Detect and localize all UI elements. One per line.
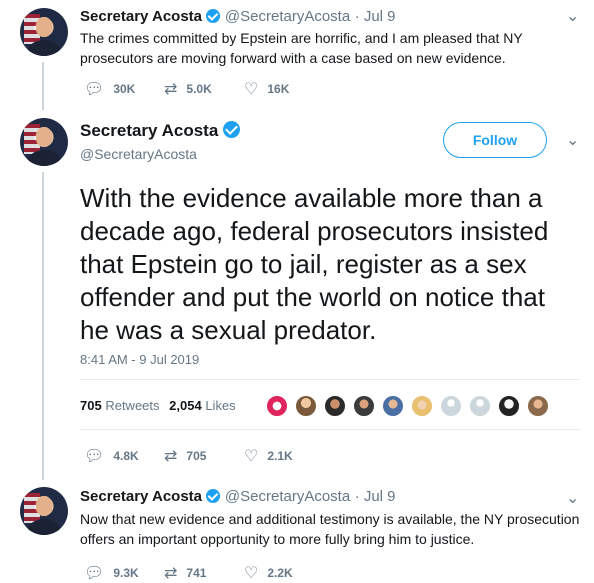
liker-avatar[interactable] [526,394,550,418]
reply-icon: 💬︎ [84,81,105,98]
reply-button[interactable]: 💬︎ 4.8K [84,446,164,466]
main-header: Secretary Acosta @SecretaryAcosta [80,121,240,162]
stat-likes[interactable]: 2,054 Likes [169,398,236,413]
tweet1-header: Secretary Acosta @SecretaryAcosta · Jul … [80,8,396,26]
chevron-down-icon[interactable]: ⌄ [566,130,579,150]
tweet3-handle[interactable]: @SecretaryAcosta [225,488,350,505]
retweet-total: 705 [80,398,102,413]
tweet3-name[interactable]: Secretary Acosta [80,488,202,505]
like-count: 16K [267,82,290,96]
reply-count: 30K [113,82,136,96]
liker-avatar[interactable] [323,394,347,418]
reply-icon: 💬︎ [84,448,105,465]
chevron-down-icon[interactable]: ⌄ [566,6,579,26]
retweet-button[interactable]: ⇄ 5.0K [164,79,244,99]
retweet-total-label: Retweets [105,398,160,413]
heart-icon: ♡ [244,81,259,98]
like-button[interactable]: ♡ 2.2K [244,563,324,583]
verified-badge-icon [206,9,221,23]
liker-avatar[interactable] [265,394,289,418]
follow-button[interactable]: Follow [443,122,547,158]
retweet-icon: ⇄ [164,565,178,582]
chevron-down-icon[interactable]: ⌄ [566,488,579,508]
reply-button[interactable]: 💬︎ 30K [84,79,164,99]
reply-count: 9.3K [113,566,139,580]
default-avatar-icon[interactable] [468,394,492,418]
tweet1-text: The crimes committed by Epstein are horr… [80,30,523,66]
reply-icon: 💬︎ [84,565,105,582]
tweet1-handle[interactable]: @SecretaryAcosta [225,8,350,25]
like-total-label: Likes [205,398,236,413]
like-total: 2,054 [169,398,202,413]
liker-avatar[interactable] [410,394,434,418]
main-tweet-text: With the evidence available more than a … [80,183,549,345]
retweet-button[interactable]: ⇄ 741 [164,563,244,583]
main-timestamp[interactable]: 8:41 AM - 9 Jul 2019 [80,352,199,367]
tweet3-text: Now that new evidence and additional tes… [80,511,580,547]
like-button[interactable]: ♡ 2.1K [244,446,324,466]
like-count: 2.1K [267,449,293,463]
tweet1-name[interactable]: Secretary Acosta [80,8,202,25]
like-count: 2.2K [267,566,293,580]
tweet3-header: Secretary Acosta @SecretaryAcosta · Jul … [80,488,396,506]
retweet-icon: ⇄ [164,448,178,465]
verified-badge-icon [206,489,221,503]
retweet-button[interactable]: ⇄ 705 [164,446,244,466]
liker-avatars [265,394,555,418]
engagement-stats: 705 Retweets 2,054 Likes [80,398,236,413]
tweet3-time[interactable]: · Jul 9 [355,488,396,505]
retweet-count: 741 [186,566,207,580]
liker-avatar[interactable] [497,394,521,418]
avatar[interactable] [20,8,68,56]
divider [80,429,580,430]
main-handle[interactable]: @SecretaryAcosta [80,146,240,162]
like-button[interactable]: ♡ 16K [244,79,324,99]
reply-button[interactable]: 💬︎ 9.3K [84,563,164,583]
liker-avatar[interactable] [294,394,318,418]
retweet-count: 705 [186,449,207,463]
thread-line-top [42,62,44,110]
reply-count: 4.8K [113,449,139,463]
main-name[interactable]: Secretary Acosta [80,121,218,140]
stat-retweets[interactable]: 705 Retweets [80,398,163,413]
default-avatar-icon[interactable] [439,394,463,418]
tweet3-actions: 💬︎ 9.3K ⇄ 741 ♡ 2.2K [84,563,324,583]
liker-avatar[interactable] [352,394,376,418]
retweet-icon: ⇄ [164,81,178,98]
thread-line-bottom [42,172,44,480]
avatar[interactable] [20,487,68,535]
verified-badge-icon [222,121,240,138]
tweet1-time[interactable]: · Jul 9 [355,8,396,25]
divider [80,379,580,380]
main-actions: 💬︎ 4.8K ⇄ 705 ♡ 2.1K [84,446,324,466]
retweet-count: 5.0K [186,82,212,96]
main-avatar[interactable] [20,118,68,166]
heart-icon: ♡ [244,565,259,582]
liker-avatar[interactable] [381,394,405,418]
heart-icon: ♡ [244,448,259,465]
tweet1-actions: 💬︎ 30K ⇄ 5.0K ♡ 16K [84,79,324,99]
